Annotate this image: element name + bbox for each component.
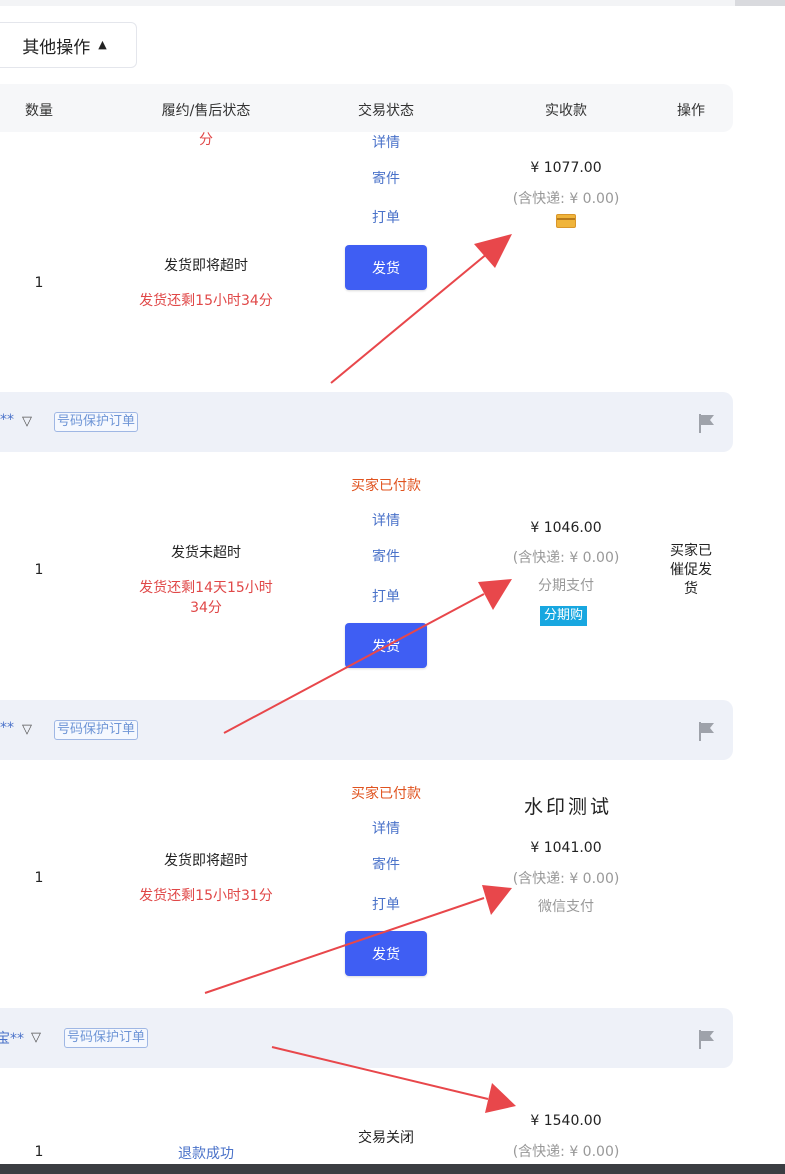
shipping-fee: (含快递: ¥ 0.00) [512, 871, 620, 887]
card-icon [556, 214, 576, 228]
quantity: 1 [34, 870, 44, 886]
order-header-bar: ** ▽ 号码保护订单 [0, 700, 733, 760]
header-quantity: 数量 [25, 103, 53, 119]
remaining-time: 发货还剩15小时34分 [139, 293, 273, 309]
fulfillment-status: 发货即将超时 [164, 853, 248, 869]
privacy-tag: 号码保护订单 [64, 1028, 149, 1048]
privacy-tag: 号码保护订单 [54, 412, 139, 432]
other-operations-button[interactable]: 其他操作 ▲ [0, 22, 137, 68]
print-link[interactable]: 打单 [372, 894, 400, 914]
header-trade-status: 交易状态 [358, 103, 414, 119]
amount: ¥ 1041.00 [530, 840, 602, 856]
payment-method: 微信支付 [538, 899, 594, 915]
print-link[interactable]: 打单 [372, 586, 400, 606]
quantity: 1 [34, 1144, 44, 1160]
buyer-urged-note: 买家已催促发货 [670, 543, 712, 597]
annotation-arrowhead [478, 579, 512, 610]
mail-link[interactable]: 寄件 [372, 168, 400, 188]
table-header: 数量 履约/售后状态 交易状态 实收款 操作 [0, 84, 733, 132]
flag-icon[interactable] [697, 1028, 717, 1050]
ship-button[interactable]: 发货 [345, 245, 427, 290]
remaining-time-fragment: 分 [199, 132, 213, 148]
order-header-bar: 宝** ▽ 号码保护订单 [0, 1008, 733, 1068]
detail-link[interactable]: 详情 [372, 510, 400, 530]
amount: ¥ 1046.00 [530, 520, 602, 536]
flag-icon[interactable] [697, 412, 717, 434]
other-operations-label: 其他操作 [22, 37, 91, 58]
buyer-name[interactable]: ** [0, 720, 14, 736]
annotation-arrowhead [482, 885, 512, 915]
amount: ¥ 1077.00 [530, 160, 602, 176]
trade-status: 交易关闭 [358, 1130, 414, 1146]
top-divider-dark [735, 0, 785, 6]
mail-link[interactable]: 寄件 [372, 854, 400, 874]
fulfillment-status: 发货未超时 [171, 545, 241, 561]
filter-icon[interactable]: ▽ [31, 1030, 41, 1045]
caret-up-icon: ▲ [98, 37, 107, 51]
installment-tag: 分期购 [540, 606, 588, 626]
header-received: 实收款 [545, 103, 587, 119]
payment-method: 分期支付 [538, 578, 594, 594]
print-link[interactable]: 打单 [372, 207, 400, 227]
fulfillment-status: 退款成功 [178, 1146, 234, 1162]
shipping-fee: (含快递: ¥ 0.00) [512, 550, 620, 566]
top-divider [0, 0, 785, 6]
detail-link[interactable]: 详情 [372, 132, 400, 152]
privacy-tag: 号码保护订单 [54, 720, 139, 740]
ship-button[interactable]: 发货 [345, 931, 427, 976]
trade-status: 买家已付款 [351, 478, 421, 494]
fulfillment-status: 发货即将超时 [164, 258, 248, 274]
order-header-bar: ** ▽ 号码保护订单 [0, 392, 733, 452]
annotation-arrowhead [485, 1083, 516, 1113]
trade-status: 买家已付款 [351, 786, 421, 802]
watermark-text: 水印测试 [523, 796, 613, 818]
amount: ¥ 1540.00 [530, 1113, 602, 1129]
remaining-time: 发货还剩14天15小时34分 [139, 580, 273, 616]
flag-icon[interactable] [697, 720, 717, 742]
bottom-scrollbar [0, 1164, 785, 1174]
shipping-fee: (含快递: ¥ 0.00) [512, 191, 620, 207]
filter-icon[interactable]: ▽ [22, 414, 32, 429]
header-actions: 操作 [677, 103, 705, 119]
shipping-fee: (含快递: ¥ 0.00) [512, 1144, 620, 1160]
annotation-arrowhead [474, 234, 512, 268]
quantity: 1 [34, 275, 44, 291]
buyer-name[interactable]: 宝** [0, 1028, 24, 1048]
remaining-time: 发货还剩15小时31分 [139, 888, 273, 904]
ship-button[interactable]: 发货 [345, 623, 427, 668]
buyer-name[interactable]: ** [0, 412, 14, 428]
mail-link[interactable]: 寄件 [372, 546, 400, 566]
header-fulfillment: 履约/售后状态 [161, 103, 251, 119]
filter-icon[interactable]: ▽ [22, 722, 32, 737]
detail-link[interactable]: 详情 [372, 818, 400, 838]
quantity: 1 [34, 562, 44, 578]
